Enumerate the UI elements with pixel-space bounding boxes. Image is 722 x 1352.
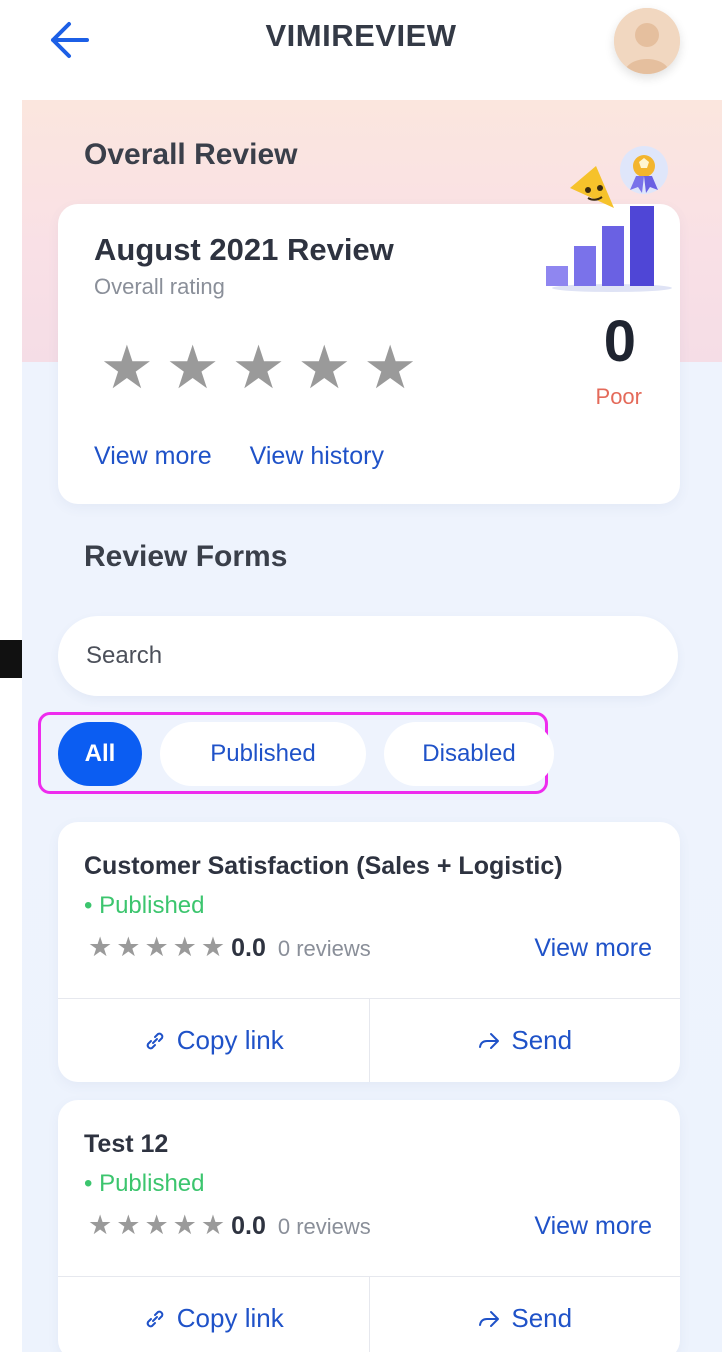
- form-rating: ★ ★ ★ ★ ★ 0.0 0 reviews: [88, 932, 371, 963]
- review-form-card: Customer Satisfaction (Sales + Logistic)…: [58, 822, 680, 1082]
- send-button[interactable]: Send: [368, 999, 681, 1082]
- search-input[interactable]: [86, 642, 678, 670]
- view-history-link[interactable]: View history: [250, 442, 384, 471]
- star-icon: ★: [116, 1210, 141, 1240]
- filter-chip-all[interactable]: All: [58, 722, 142, 786]
- star-icon: ★: [200, 1210, 226, 1240]
- share-arrow-icon: [479, 1032, 500, 1049]
- star-icon: ★: [297, 334, 352, 401]
- form-title: Customer Satisfaction (Sales + Logistic): [84, 852, 563, 880]
- star-icon: ★: [88, 1210, 113, 1240]
- form-rating: ★ ★ ★ ★ ★ 0.0 0 reviews: [88, 1210, 371, 1241]
- overall-score: 0: [603, 309, 636, 374]
- form-title: Test 12: [84, 1130, 169, 1158]
- achievement-illustration: [546, 146, 672, 292]
- overall-rating-label: Overall rating: [94, 274, 225, 299]
- main-content: Overall Review August 2021 Review Overal…: [22, 100, 722, 1352]
- avatar-person-icon: [614, 8, 680, 74]
- star-icon: ★: [363, 334, 417, 401]
- star-icon: ★: [144, 932, 169, 962]
- send-label: Send: [511, 1025, 573, 1055]
- review-period-title: August 2021 Review: [94, 232, 394, 267]
- share-arrow-icon: [479, 1310, 500, 1327]
- copy-link-button[interactable]: Copy link: [58, 1277, 369, 1352]
- link-icon: [146, 1310, 164, 1327]
- copy-link-label: Copy link: [176, 1025, 284, 1055]
- score-label: Poor: [595, 384, 642, 409]
- user-avatar[interactable]: [614, 8, 680, 74]
- star-icon: ★: [200, 932, 226, 962]
- form-actions: Copy link Send: [58, 1276, 680, 1352]
- form-review-count: 0 reviews: [277, 1214, 371, 1239]
- copy-link-button[interactable]: Copy link: [58, 999, 369, 1082]
- star-icon: ★: [165, 334, 220, 401]
- star-icon: ★: [88, 932, 113, 962]
- form-status: • Published: [84, 892, 205, 919]
- star-icon: ★: [172, 932, 197, 962]
- send-button[interactable]: Send: [368, 1277, 681, 1352]
- star-icon: ★: [172, 1210, 197, 1240]
- copy-link-label: Copy link: [176, 1303, 284, 1333]
- form-view-more-link[interactable]: View more: [534, 934, 652, 963]
- form-actions: Copy link Send: [58, 998, 680, 1082]
- search-box[interactable]: [58, 616, 678, 696]
- filter-chip-published[interactable]: Published: [160, 722, 366, 786]
- link-icon: [146, 1032, 164, 1049]
- review-forms-title: Review Forms: [84, 540, 288, 573]
- send-label: Send: [511, 1303, 573, 1333]
- star-icon: ★: [116, 932, 141, 962]
- overall-star-rating: ★ ★ ★ ★ ★: [100, 338, 417, 398]
- form-score: 0.0: [231, 934, 266, 962]
- view-more-link[interactable]: View more: [94, 442, 212, 471]
- form-status: • Published: [84, 1170, 205, 1197]
- review-form-card: Test 12 • Published ★ ★ ★ ★ ★ 0.0 0 reviews …: [58, 1100, 680, 1352]
- form-review-count: 0 reviews: [277, 936, 371, 961]
- overall-links: View more View history: [94, 442, 384, 471]
- app-header: VIMIREVIEW: [0, 0, 722, 100]
- star-icon: ★: [231, 334, 286, 401]
- star-icon: ★: [100, 334, 154, 401]
- form-star-rating: ★ ★ ★ ★ ★: [88, 932, 229, 963]
- form-star-rating: ★ ★ ★ ★ ★: [88, 1210, 229, 1241]
- overall-review-title: Overall Review: [84, 138, 298, 171]
- form-score: 0.0: [231, 1212, 266, 1240]
- edge-marker: [0, 640, 22, 678]
- star-icon: ★: [144, 1210, 169, 1240]
- filter-chip-disabled[interactable]: Disabled: [384, 722, 554, 786]
- form-view-more-link[interactable]: View more: [534, 1212, 652, 1241]
